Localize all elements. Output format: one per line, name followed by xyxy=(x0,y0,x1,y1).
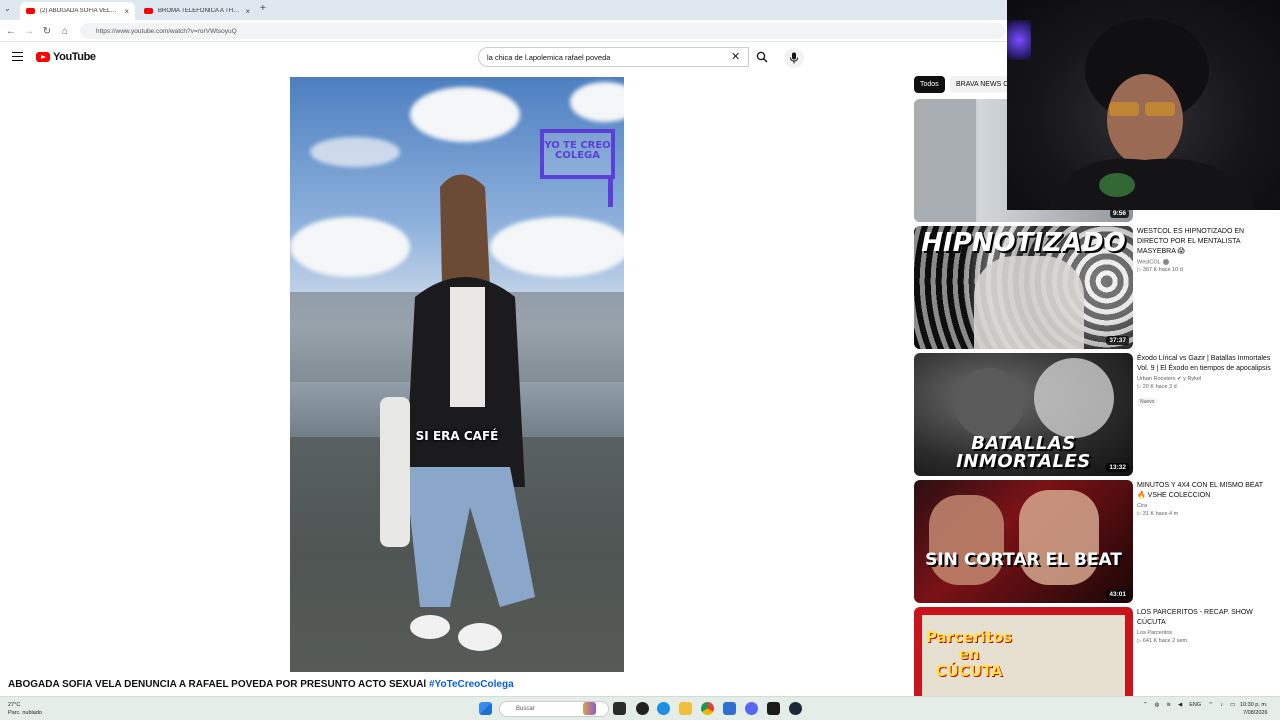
voice-search-button[interactable] xyxy=(784,48,804,68)
tab-close-icon[interactable]: × xyxy=(245,7,250,16)
recommended-meta: ▷ 367 K hace 10 d xyxy=(1137,267,1183,274)
reload-icon[interactable]: ↻ xyxy=(40,24,54,38)
video-title-text: ABOGADA SOFIA VELA DENUNCIA A RAFAEL POV… xyxy=(8,679,427,690)
recommended-channel: Urban Roosters ✔ y Rykel xyxy=(1137,376,1202,382)
recommended-channel: WestCOL xyxy=(1137,259,1161,266)
tab-inactive[interactable]: BROMA TELEFÓNICA A THEGR × xyxy=(138,2,256,20)
search-value: la chica de l.apolemica rafael poveda xyxy=(487,52,611,62)
language-indicator[interactable]: ENG xyxy=(1189,702,1201,708)
recommended-thumbnail[interactable]: BATALLAS INMORTALES 13:32 xyxy=(914,353,1133,476)
clock-time: 10:30 p. m. xyxy=(1240,702,1268,708)
tab-title: (2) ABOGADA SOFIA VELA D xyxy=(40,8,120,14)
recommended-channel: Los Parceritos xyxy=(1137,630,1173,636)
edge-icon[interactable] xyxy=(657,702,670,715)
recommended-info[interactable]: MINUTOS Y 4X4 CON EL MISMO BEAT 🔥 VSHE C… xyxy=(1137,481,1272,517)
video-title: ABOGADA SOFIA VELA DENUNCIA A RAFAEL POV… xyxy=(8,679,514,690)
new-tab-button[interactable]: + xyxy=(260,3,266,14)
recommended-title: LOS PARCERITOS - RECAP. SHOW CÚCUTA xyxy=(1137,609,1253,626)
volume-icon[interactable]: ◀ xyxy=(1178,702,1182,708)
webcam-overlay xyxy=(1007,0,1280,210)
battery-icon[interactable]: ▭ xyxy=(1230,702,1235,708)
weather-desc: Parc. nublado xyxy=(8,710,42,716)
microphone-icon xyxy=(790,52,798,64)
menu-hamburger-icon[interactable] xyxy=(12,52,23,61)
home-icon[interactable]: ⌂ xyxy=(58,24,72,38)
tab-search-chevron-icon[interactable]: ⌄ xyxy=(4,4,18,16)
recommended-title: MINUTOS Y 4X4 CON EL MISMO BEAT 🔥 VSHE C… xyxy=(1137,482,1263,499)
youtube-logo[interactable]: YouTube xyxy=(36,51,96,63)
network-icon[interactable]: ◍ xyxy=(1155,702,1160,708)
app-icon[interactable] xyxy=(636,702,649,715)
thumbnail-text: Parceritos en CÚCUTA xyxy=(925,628,1013,680)
chevron-up-icon[interactable]: ⌃ xyxy=(1143,702,1148,708)
recommended-meta: ▷ 31 K hace 4 m xyxy=(1137,511,1179,517)
logo-accent-bar xyxy=(608,177,613,207)
recommended-thumbnail[interactable]: Parceritos en CÚCUTA xyxy=(914,607,1133,696)
epic-games-icon[interactable] xyxy=(767,702,780,715)
wifi-icon[interactable]: ≋ xyxy=(1166,702,1171,708)
recommended-info[interactable]: WESTCOL ES HIPNOTIZADO EN DIRECTO POR EL… xyxy=(1137,227,1272,273)
youtube-logo-text: YouTube xyxy=(53,51,96,63)
clear-search-icon[interactable]: ✕ xyxy=(731,50,740,63)
windows-start-icon[interactable] xyxy=(479,702,492,715)
search-input[interactable]: la chica de l.apolemica rafael poveda xyxy=(478,47,749,67)
tab-active[interactable]: (2) ABOGADA SOFIA VELA D × xyxy=(20,2,135,20)
tab-title: BROMA TELEFÓNICA A THEGR xyxy=(158,8,241,14)
duration-badge: 43:01 xyxy=(1106,590,1129,599)
wifi-status-icon[interactable]: ⌔ xyxy=(1208,701,1213,708)
recommended-title: WESTCOL ES HIPNOTIZADO EN DIRECTO POR EL… xyxy=(1137,228,1245,255)
recommended-meta: ▷ 641 K hace 2 sem. xyxy=(1137,638,1189,644)
youtube-favicon-icon xyxy=(26,8,35,14)
new-badge: Nuevo xyxy=(1137,398,1158,406)
url-input[interactable]: https://www.youtube.com/watch?v=rorVWtso… xyxy=(80,23,1005,39)
yo-te-creo-colega-logo: YO TE CREO COLEGA xyxy=(540,129,615,179)
video-player[interactable]: YO TE CREO COLEGA SI ERA CAFÉ xyxy=(290,77,624,672)
steam-icon[interactable] xyxy=(789,702,802,715)
recommended-channel: Cira xyxy=(1137,503,1148,509)
youtube-play-icon xyxy=(36,52,50,62)
speaker-figure xyxy=(380,174,535,651)
recommended-info[interactable]: Éxodo Lírical vs Gazir | Batallas Inmort… xyxy=(1137,354,1272,408)
thumbnail-text: BATALLAS INMORTALES xyxy=(956,433,1091,472)
thumbnail-text: SIN CORTAR EL BEAT xyxy=(925,550,1122,570)
search-highlight-icon xyxy=(583,702,596,715)
recommended-meta: ▷ 20 K hace 3 d xyxy=(1137,384,1177,390)
back-arrow-icon[interactable]: ← xyxy=(4,24,18,38)
thumbnail-text: HIPNOTIZADO xyxy=(921,228,1126,258)
clock[interactable]: 10:30 p. m. 7/08/2026 xyxy=(1240,701,1268,717)
recommended-thumbnail[interactable]: HIPNOTIZADO 37:37 xyxy=(914,226,1133,349)
discord-icon[interactable] xyxy=(745,702,758,715)
weather-widget[interactable]: 27°C Parc. nublado xyxy=(8,701,42,717)
task-view-icon[interactable] xyxy=(613,702,626,715)
store-icon[interactable] xyxy=(723,702,736,715)
search-button[interactable] xyxy=(749,47,775,67)
clock-date: 7/08/2026 xyxy=(1243,710,1268,716)
file-explorer-icon[interactable] xyxy=(679,702,692,715)
forward-arrow-icon[interactable]: → xyxy=(22,24,36,38)
hashtag-link[interactable]: #YoTeCreoColega xyxy=(429,679,514,690)
duration-badge: 37:37 xyxy=(1106,336,1129,345)
streamer-figure xyxy=(1047,18,1257,210)
duration-badge: 13:32 xyxy=(1106,463,1129,472)
search-icon xyxy=(756,51,768,63)
windows-taskbar: 27°C Parc. nublado Buscar ⌃ ◍ ≋ ◀ ENG ⌔ … xyxy=(0,696,1280,720)
recommended-title: Éxodo Lírical vs Gazir | Batallas Inmort… xyxy=(1137,355,1271,372)
verified-icon xyxy=(1162,259,1169,265)
chip-todos[interactable]: Todos xyxy=(914,76,945,93)
weather-temp: 27°C xyxy=(8,702,21,708)
duration-badge: 9:56 xyxy=(1109,209,1129,218)
tab-close-icon[interactable]: × xyxy=(124,7,129,16)
chrome-icon[interactable] xyxy=(701,702,714,715)
video-caption: SI ERA CAFÉ xyxy=(415,429,499,443)
youtube-header: YouTube la chica de l.apolemica rafael p… xyxy=(0,42,1008,74)
taskbar-search-placeholder: Buscar xyxy=(516,706,535,712)
recommended-info[interactable]: LOS PARCERITOS - RECAP. SHOW CÚCUTA Los … xyxy=(1137,608,1272,644)
system-tray: ⌃ ◍ ≋ ◀ ENG ⌔ ♪ ▭ xyxy=(1143,701,1235,709)
youtube-favicon-icon xyxy=(144,8,153,14)
speaker-icon[interactable]: ♪ xyxy=(1220,702,1223,708)
recommended-thumbnail[interactable]: SIN CORTAR EL BEAT 43:01 xyxy=(914,480,1133,603)
url-text: https://www.youtube.com/watch?v=rorVWtso… xyxy=(96,27,237,35)
